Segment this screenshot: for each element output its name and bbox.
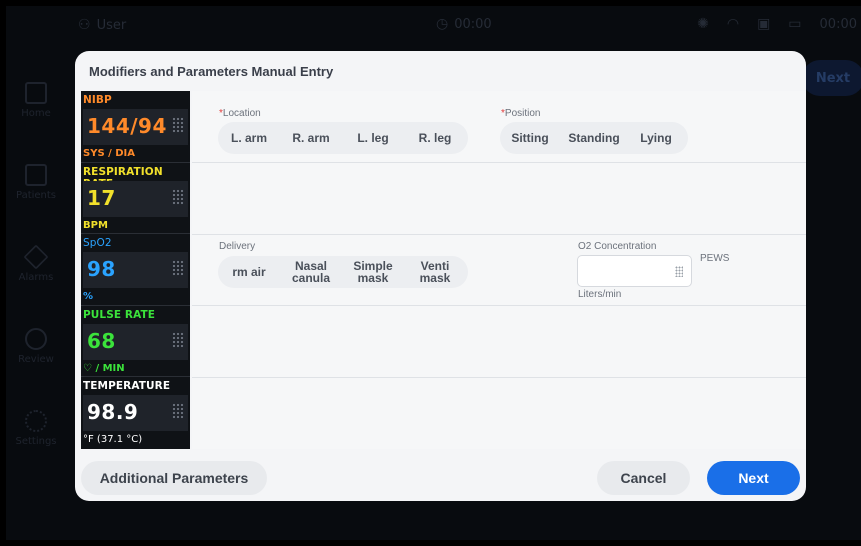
vital-label: SpO2 <box>83 237 112 250</box>
dialog-title: Modifiers and Parameters Manual Entry <box>89 63 334 79</box>
keypad-icon <box>172 331 184 348</box>
vital-value: 98 <box>87 257 116 282</box>
vital-unit: % <box>83 291 94 303</box>
vital-unit: ♡ / MIN <box>83 362 125 374</box>
next-button[interactable]: Next <box>707 461 800 495</box>
keypad-icon <box>675 266 683 277</box>
manual-entry-dialog: Modifiers and Parameters Manual Entry NI… <box>75 51 806 501</box>
position-selector: Sitting Standing Lying <box>500 122 688 154</box>
position-option-lying[interactable]: Lying <box>628 132 684 144</box>
vital-value: 68 <box>87 328 116 353</box>
modifiers-form: *Location L. arm R. arm L. leg R. leg *P… <box>192 91 806 449</box>
location-option-r-arm[interactable]: R. arm <box>280 132 342 144</box>
vital-label: TEMPERATURE <box>83 380 171 393</box>
cancel-button[interactable]: Cancel <box>597 461 690 495</box>
position-label: *Position <box>501 108 540 119</box>
row-empty-3 <box>192 378 806 449</box>
location-option-l-leg[interactable]: L. leg <box>342 132 404 144</box>
keypad-icon <box>172 260 184 277</box>
pews-label: PEWS <box>700 253 730 264</box>
delivery-option-nasal-canula[interactable]: Nasal canula <box>280 260 342 284</box>
o2-unit-label: Liters/min <box>578 289 622 300</box>
vitals-panel: NIBP 144/94 SYS / DIA RESPIRATION RATE 1… <box>81 91 190 449</box>
row-empty-1 <box>192 163 806 235</box>
position-label-text: Position <box>504 108 541 119</box>
vital-value: 98.9 <box>87 400 139 425</box>
vital-label: PULSE RATE <box>83 308 156 321</box>
vital-nibp[interactable]: NIBP 144/94 SYS / DIA <box>81 91 190 163</box>
vital-temperature[interactable]: TEMPERATURE 98.9 °F (37.1 °C) <box>81 377 190 449</box>
position-option-standing[interactable]: Standing <box>560 132 628 144</box>
vital-respiration-rate[interactable]: RESPIRATION RATE 17 BPM <box>81 163 190 235</box>
location-option-r-leg[interactable]: R. leg <box>404 132 466 144</box>
additional-parameters-button[interactable]: Additional Parameters <box>81 461 267 495</box>
vital-label: NIBP <box>83 94 112 106</box>
position-option-sitting[interactable]: Sitting <box>500 132 560 144</box>
location-label-text: Location <box>222 108 261 119</box>
dialog-footer: Additional Parameters Cancel Next <box>75 449 806 501</box>
vital-value: 144/94 <box>87 114 167 138</box>
o2-concentration-input[interactable] <box>577 255 692 287</box>
location-label: *Location <box>219 108 261 119</box>
row-empty-2 <box>192 306 806 378</box>
vital-unit: SYS / DIA <box>83 148 136 159</box>
delivery-option-venti-mask[interactable]: Venti mask <box>404 260 466 284</box>
delivery-label: Delivery <box>219 241 256 252</box>
keypad-icon <box>172 188 184 205</box>
delivery-option-rm-air[interactable]: rm air <box>218 266 280 278</box>
delivery-option-simple-mask[interactable]: Simple mask <box>342 260 404 284</box>
vital-pulse-rate[interactable]: PULSE RATE 68 ♡ / MIN <box>81 306 190 378</box>
vital-spo2[interactable]: SpO2 98 % <box>81 234 190 306</box>
vital-unit: °F (37.1 °C) <box>83 434 143 446</box>
o2-concentration-label: O2 Concentration <box>578 241 657 252</box>
delivery-selector: rm air Nasal canula Simple mask Venti mask <box>218 256 468 288</box>
vital-unit: BPM <box>83 219 108 231</box>
keypad-icon <box>172 403 184 420</box>
location-selector: L. arm R. arm L. leg R. leg <box>218 122 468 154</box>
keypad-icon <box>172 117 184 133</box>
vital-value: 17 <box>87 185 116 210</box>
location-option-l-arm[interactable]: L. arm <box>218 132 280 144</box>
